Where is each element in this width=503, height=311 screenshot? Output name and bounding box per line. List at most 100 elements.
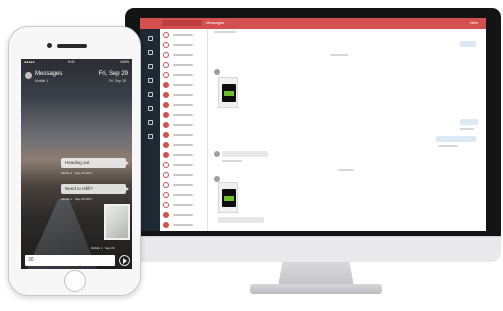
avatar — [214, 151, 220, 157]
conversation-row[interactable] — [160, 51, 208, 59]
avatar — [163, 42, 169, 48]
image-highlight — [224, 91, 234, 96]
conversation-row[interactable] — [160, 201, 208, 209]
photo-timestamp: Mobile 1 · Sep 29 — [91, 246, 115, 250]
avatar — [163, 192, 169, 198]
calls-icon — [147, 64, 153, 69]
page-title: Messages — [35, 71, 63, 77]
conversation-row[interactable] — [160, 31, 208, 39]
avatar — [163, 92, 169, 98]
apps-icon — [147, 106, 153, 111]
conversation-row[interactable] — [160, 71, 208, 79]
conversation-row[interactable] — [160, 211, 208, 219]
message-bubble[interactable]: Heading out — [61, 158, 129, 168]
sidebar-item-6[interactable] — [144, 106, 156, 118]
message-bubble[interactable]: Need to refill? — [61, 184, 129, 194]
location-icon — [147, 92, 153, 97]
sidebar-item-5[interactable] — [144, 92, 156, 104]
conversation-row[interactable] — [160, 171, 208, 179]
conversation-preview — [173, 204, 193, 206]
camera-icon — [47, 43, 52, 48]
compose-input[interactable]: 30 — [25, 255, 115, 266]
conversation-preview — [173, 104, 193, 106]
avatar — [214, 69, 220, 75]
conversation-preview — [173, 54, 193, 56]
avatar[interactable] — [25, 72, 32, 79]
conversation-preview — [173, 64, 193, 66]
message-thread — [210, 29, 486, 231]
settings-icon — [147, 134, 153, 139]
conversation-row[interactable] — [160, 91, 208, 99]
conversation-preview — [173, 124, 193, 126]
conversation-row[interactable] — [160, 121, 208, 129]
conversation-preview — [173, 184, 193, 186]
sidebar-item-4[interactable] — [144, 78, 156, 90]
signal-icon: ●●●●● — [24, 60, 35, 64]
photo-attachment[interactable] — [104, 204, 130, 240]
image-preview — [222, 189, 236, 207]
conversation-preview — [173, 194, 193, 196]
home-button[interactable] — [64, 270, 86, 292]
avatar — [163, 32, 169, 38]
conversation-row[interactable] — [160, 151, 208, 159]
conversation-row[interactable] — [160, 101, 208, 109]
conversation-preview — [173, 144, 193, 146]
avatar — [163, 162, 169, 168]
sidebar-item-8[interactable] — [144, 134, 156, 146]
conversation-preview — [173, 34, 193, 36]
new-message-button[interactable]: New — [470, 20, 478, 25]
timestamp — [222, 160, 242, 162]
conversation-row[interactable] — [160, 221, 208, 229]
avatar — [163, 152, 169, 158]
received-message — [218, 217, 264, 223]
message-text: Need to refill? — [65, 186, 93, 191]
sent-message — [436, 136, 476, 142]
image-attachment[interactable] — [218, 182, 238, 213]
avatar — [163, 172, 169, 178]
sidebar-item-1[interactable] — [144, 36, 156, 48]
timestamp — [214, 31, 236, 33]
conversation-row[interactable] — [160, 161, 208, 169]
avatar — [163, 202, 169, 208]
conversation-row[interactable] — [160, 181, 208, 189]
phone-screen: ●●●●● 9:41 100% Messages Mobile 1 Fri, S… — [21, 59, 132, 269]
sidebar-item-7[interactable] — [144, 120, 156, 132]
desktop-screen: Messages New — [140, 18, 486, 231]
app-sidebar — [140, 18, 160, 231]
app-title: Messages — [206, 20, 225, 25]
received-message — [222, 151, 268, 157]
sidebar-item-3[interactable] — [144, 64, 156, 76]
search-input[interactable] — [162, 20, 202, 26]
conversation-row[interactable] — [160, 111, 208, 119]
image-preview — [222, 84, 236, 102]
conversation-list — [160, 29, 208, 231]
send-button[interactable] — [119, 255, 130, 266]
monitor-base — [250, 284, 382, 294]
avatar — [163, 112, 169, 118]
sidebar-item-2[interactable] — [144, 50, 156, 62]
contacts-icon — [147, 50, 153, 55]
date-divider — [338, 169, 354, 171]
conversation-preview — [173, 214, 193, 216]
avatar — [163, 182, 169, 188]
timestamp — [460, 128, 474, 130]
avatar — [163, 102, 169, 108]
conversation-row[interactable] — [160, 81, 208, 89]
conversation-preview — [173, 44, 193, 46]
conversation-row[interactable] — [160, 61, 208, 69]
conversation-row[interactable] — [160, 41, 208, 49]
message-text: Heading out — [65, 160, 90, 165]
message-timestamp: Mobile 1 · Sep 29 2017 — [61, 197, 93, 201]
image-attachment[interactable] — [218, 77, 238, 108]
battery-icon: 100% — [120, 60, 129, 64]
conversation-row[interactable] — [160, 131, 208, 139]
avatar — [163, 52, 169, 58]
conversation-preview — [173, 224, 193, 226]
conversation-row[interactable] — [160, 191, 208, 199]
bubble-tail — [126, 187, 129, 191]
header-date-sub: Fri, Sep 29 — [108, 79, 126, 83]
monitor-stand — [278, 262, 354, 286]
conversation-preview — [173, 74, 193, 76]
avatar — [163, 222, 169, 228]
conversation-row[interactable] — [160, 141, 208, 149]
